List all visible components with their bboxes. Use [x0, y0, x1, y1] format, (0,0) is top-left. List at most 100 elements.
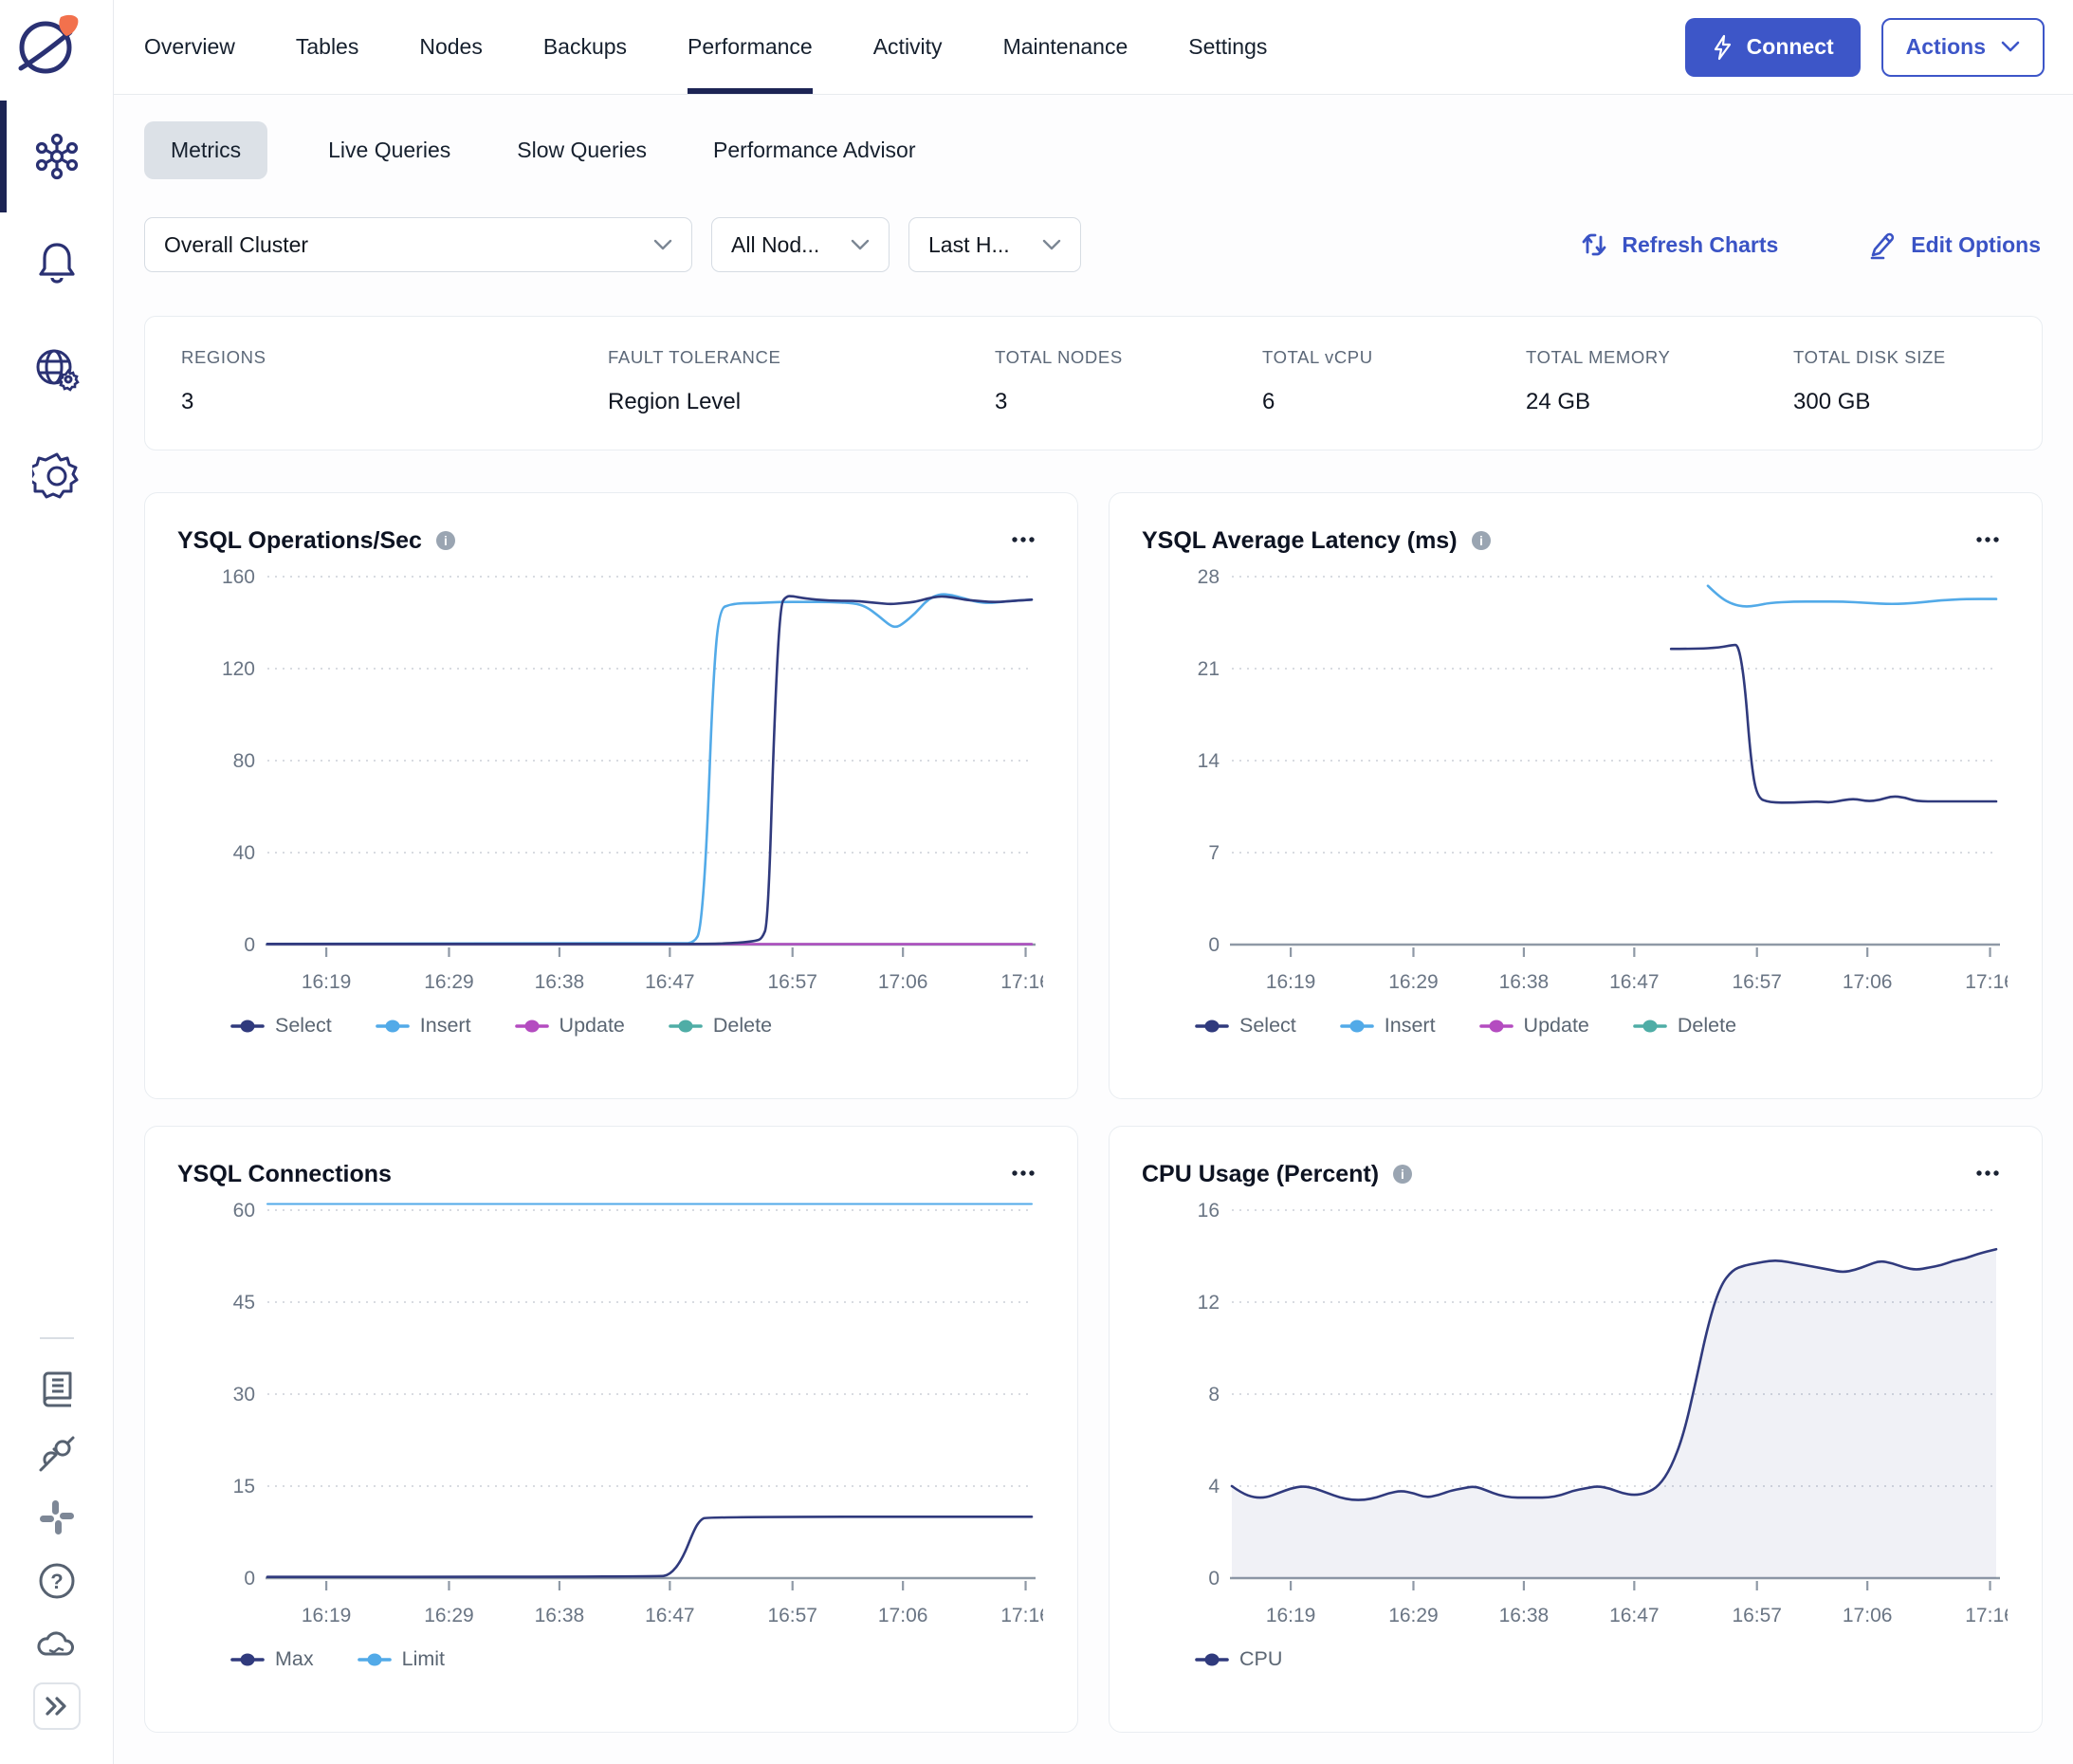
info-icon[interactable]: i [434, 529, 457, 552]
svg-text:?: ? [50, 1570, 63, 1593]
svg-text:i: i [1401, 1167, 1404, 1182]
integrations-plug-icon[interactable] [35, 1432, 79, 1476]
chart-legend: CPU [1142, 1647, 2009, 1671]
series-max [267, 1516, 1032, 1576]
slack-icon[interactable] [36, 1497, 78, 1538]
summary-label: TOTAL NODES [995, 347, 1262, 368]
subtab-live-queries[interactable]: Live Queries [322, 121, 456, 179]
svg-text:17:16: 17:16 [1000, 1605, 1043, 1626]
edit-options-button[interactable]: Edit Options [1867, 230, 2041, 260]
time-range-select-value: Last H... [928, 232, 1010, 258]
tab-settings[interactable]: Settings [1188, 0, 1267, 94]
time-range-select[interactable]: Last H... [908, 217, 1081, 272]
svg-text:16:19: 16:19 [1266, 971, 1316, 993]
alerts-bell-icon [33, 239, 81, 286]
expand-sidebar-button[interactable] [33, 1682, 81, 1730]
help-question-icon[interactable]: ? [35, 1559, 79, 1603]
legend-item-cpu[interactable]: CPU [1195, 1647, 1282, 1671]
chart-header: CPU Usage (Percent) i [1142, 1153, 2009, 1195]
summary-total-vcpu: TOTAL vCPU6 [1262, 347, 1526, 415]
legend-item-insert[interactable]: Insert [376, 1014, 471, 1038]
summary-label: TOTAL DISK SIZE [1793, 347, 2006, 368]
legend-item-delete[interactable]: Delete [669, 1014, 772, 1038]
yugabyte-logo[interactable] [11, 8, 85, 82]
svg-text:17:16: 17:16 [1000, 971, 1043, 993]
sidebar-item-alerts[interactable] [0, 222, 114, 303]
svg-text:0: 0 [1208, 1568, 1220, 1589]
chart-card-cpu-usage: CPU Usage (Percent)i048121616:1916:2916:… [1109, 1126, 2043, 1733]
nodes-select[interactable]: All Nod... [711, 217, 890, 272]
legend-label: Limit [402, 1647, 445, 1671]
legend-marker [1340, 1019, 1374, 1034]
legend-item-select[interactable]: Select [1195, 1014, 1296, 1038]
chart-menu-button[interactable] [1001, 1160, 1045, 1188]
svg-text:16:29: 16:29 [1388, 971, 1439, 993]
svg-text:16:47: 16:47 [1609, 971, 1660, 993]
tab-tables[interactable]: Tables [296, 0, 358, 94]
info-icon[interactable]: i [1470, 529, 1493, 552]
legend-item-update[interactable]: Update [515, 1014, 625, 1038]
info-icon[interactable]: i [1391, 1163, 1414, 1185]
svg-text:120: 120 [222, 658, 255, 680]
cloud-status-icon[interactable] [34, 1624, 80, 1662]
legend-item-select[interactable]: Select [230, 1014, 332, 1038]
chart-title: YSQL Operations/Sec [177, 527, 422, 555]
actions-button[interactable]: Actions [1881, 18, 2045, 77]
docs-book-icon[interactable] [35, 1368, 79, 1411]
legend-item-limit[interactable]: Limit [358, 1647, 445, 1671]
chart-header: YSQL Connections [177, 1153, 1045, 1195]
tab-activity[interactable]: Activity [873, 0, 943, 94]
chevron-down-icon [653, 239, 672, 251]
chart-menu-button[interactable] [1966, 1160, 2009, 1188]
refresh-charts-button[interactable]: Refresh Charts [1580, 230, 1778, 260]
summary-label: FAULT TOLERANCE [608, 347, 995, 368]
subtab-metrics[interactable]: Metrics [144, 121, 267, 179]
ellipsis-icon [1972, 1168, 2004, 1178]
tab-overview[interactable]: Overview [144, 0, 235, 94]
ellipsis-icon [1972, 535, 2004, 544]
nodes-select-value: All Nod... [731, 232, 819, 258]
svg-text:60: 60 [233, 1200, 255, 1222]
series-insert [267, 595, 1032, 945]
chart-legend: Max Limit [177, 1647, 1045, 1671]
subtab-performance-advisor[interactable]: Performance Advisor [707, 121, 921, 179]
legend-item-max[interactable]: Max [230, 1647, 314, 1671]
legend-label: Update [560, 1014, 625, 1038]
legend-item-update[interactable]: Update [1479, 1014, 1589, 1038]
svg-text:8: 8 [1208, 1384, 1220, 1406]
sidebar: ? [0, 0, 114, 1764]
sidebar-item-network-access[interactable] [0, 328, 114, 410]
svg-text:17:16: 17:16 [1965, 1605, 2008, 1626]
legend-label: Delete [713, 1014, 772, 1038]
connect-button[interactable]: Connect [1685, 18, 1861, 77]
sub-tabs: Metrics Live Queries Slow Queries Performan… [114, 95, 2073, 179]
chart-menu-button[interactable] [1966, 526, 2009, 555]
edit-options-label: Edit Options [1911, 232, 2041, 258]
legend-label: CPU [1239, 1647, 1282, 1671]
sidebar-item-clusters[interactable] [0, 116, 114, 197]
tab-backups[interactable]: Backups [543, 0, 627, 94]
chart-title: CPU Usage (Percent) [1142, 1161, 1379, 1188]
legend-item-delete[interactable]: Delete [1633, 1014, 1736, 1038]
svg-text:16:57: 16:57 [767, 1605, 817, 1626]
svg-text:16:38: 16:38 [535, 1605, 585, 1626]
tab-nodes[interactable]: Nodes [419, 0, 482, 94]
legend-marker [515, 1019, 549, 1034]
svg-text:16:19: 16:19 [302, 1605, 352, 1626]
svg-text:17:06: 17:06 [878, 971, 928, 993]
sidebar-item-settings[interactable] [0, 434, 114, 516]
legend-item-insert[interactable]: Insert [1340, 1014, 1436, 1038]
tab-performance[interactable]: Performance [688, 0, 813, 94]
cluster-select[interactable]: Overall Cluster [144, 217, 692, 272]
svg-text:4: 4 [1208, 1476, 1220, 1498]
svg-text:16:38: 16:38 [535, 971, 585, 993]
refresh-charts-label: Refresh Charts [1622, 232, 1778, 258]
subtab-slow-queries[interactable]: Slow Queries [511, 121, 652, 179]
tab-maintenance[interactable]: Maintenance [1003, 0, 1128, 94]
chevron-down-icon [851, 239, 870, 251]
pencil-icon [1867, 230, 1898, 260]
summary-value: 6 [1262, 389, 1526, 415]
legend-label: Select [275, 1014, 332, 1038]
chart-menu-button[interactable] [1001, 526, 1045, 555]
svg-text:15: 15 [233, 1476, 255, 1498]
